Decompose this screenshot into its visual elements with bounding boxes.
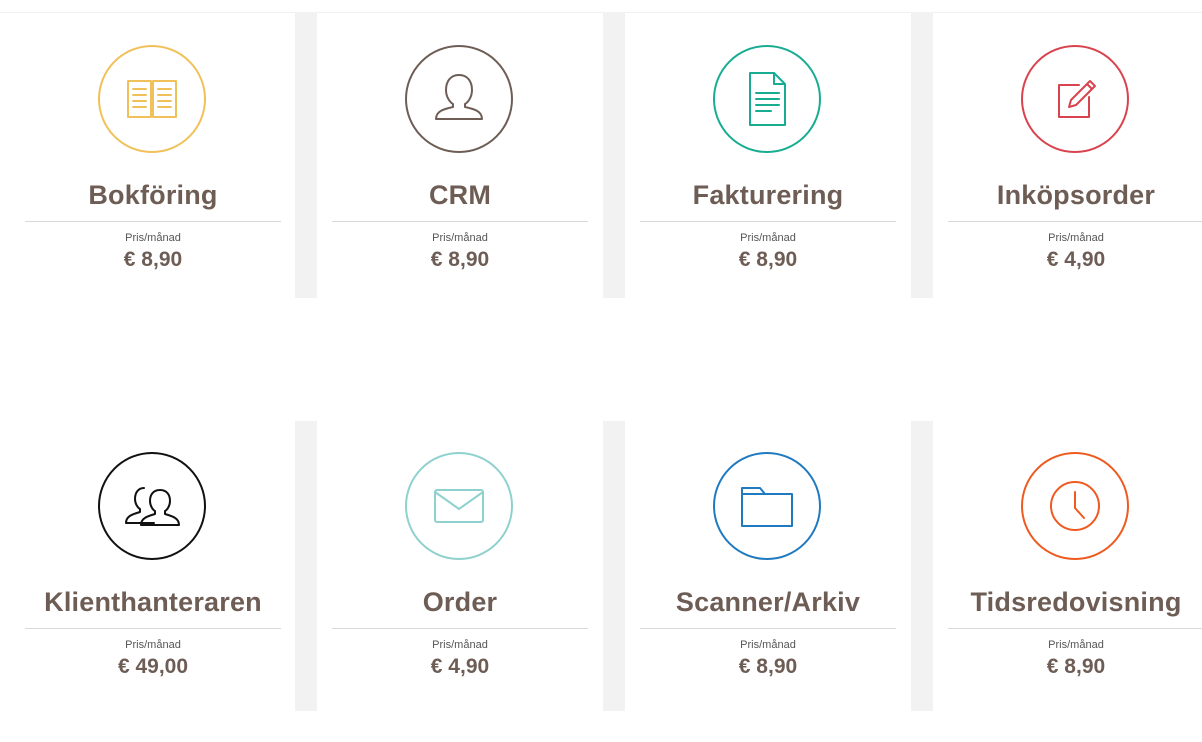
price-label: Pris/månad [125, 232, 181, 244]
module-title: Fakturering [692, 180, 844, 210]
module-divider [25, 221, 281, 222]
price-value: € 8,90 [1046, 655, 1106, 678]
price-label: Pris/månad [125, 639, 181, 651]
module-card-inkopsorder[interactable]: Inköpsorder Pris/månad € 4,90 [948, 45, 1202, 335]
price-value: € 8,90 [430, 248, 490, 271]
envelope-icon [434, 489, 484, 523]
module-icon-circle [713, 452, 821, 560]
price-value: € 8,90 [738, 248, 798, 271]
module-card-crm[interactable]: CRM Pris/månad € 8,90 [332, 45, 594, 335]
module-card-klienthanteraren[interactable]: Klienthanteraren Pris/månad € 49,00 [25, 452, 287, 742]
module-icon-circle [1021, 452, 1129, 560]
edit-icon [1058, 80, 1096, 118]
module-icon-circle [1021, 45, 1129, 153]
price-value: € 4,90 [1046, 248, 1106, 271]
module-title: Tidsredovisning [970, 587, 1182, 617]
price-value: € 4,90 [430, 655, 490, 678]
module-card-tidsredovisning[interactable]: Tidsredovisning Pris/månad € 8,90 [948, 452, 1202, 742]
column-gutter [295, 421, 317, 711]
module-title: CRM [428, 180, 492, 210]
module-title: Scanner/Arkiv [675, 587, 861, 617]
module-card-order[interactable]: Order Pris/månad € 4,90 [332, 452, 594, 742]
price-label: Pris/månad [432, 232, 488, 244]
module-icon-circle [405, 45, 513, 153]
users-icon [125, 487, 180, 526]
price-value: € 49,00 [117, 655, 189, 678]
module-divider [948, 221, 1202, 222]
price-label: Pris/månad [1048, 639, 1104, 651]
module-icon-circle [713, 45, 821, 153]
module-divider [640, 628, 896, 629]
clock-icon [1050, 481, 1100, 531]
module-card-fakturering[interactable]: Fakturering Pris/månad € 8,90 [640, 45, 902, 335]
price-value: € 8,90 [123, 248, 183, 271]
top-divider [0, 12, 1202, 13]
column-gutter [603, 421, 625, 711]
price-label: Pris/månad [1048, 232, 1104, 244]
module-divider [25, 628, 281, 629]
module-divider [948, 628, 1202, 629]
document-icon [749, 72, 786, 126]
module-title: Order [422, 587, 498, 617]
module-icon-circle [98, 45, 206, 153]
price-value: € 8,90 [738, 655, 798, 678]
module-card-scanner-arkiv[interactable]: Scanner/Arkiv Pris/månad € 8,90 [640, 452, 902, 742]
module-title: Klienthanteraren [44, 587, 262, 617]
module-divider [640, 221, 896, 222]
price-label: Pris/månad [740, 232, 796, 244]
column-gutter [603, 12, 625, 298]
price-label: Pris/månad [432, 639, 488, 651]
column-gutter [295, 12, 317, 298]
module-icon-circle [98, 452, 206, 560]
folder-icon [741, 487, 793, 527]
user-icon [435, 74, 483, 120]
column-gutter [911, 12, 933, 298]
price-label: Pris/månad [740, 639, 796, 651]
module-icon-circle [405, 452, 513, 560]
module-title: Inköpsorder [996, 180, 1156, 210]
column-gutter [911, 421, 933, 711]
module-card-bokforing[interactable]: Bokföring Pris/månad € 8,90 [25, 45, 287, 335]
module-title: Bokföring [88, 180, 218, 210]
module-divider [332, 221, 588, 222]
book-icon [127, 80, 177, 118]
module-divider [332, 628, 588, 629]
